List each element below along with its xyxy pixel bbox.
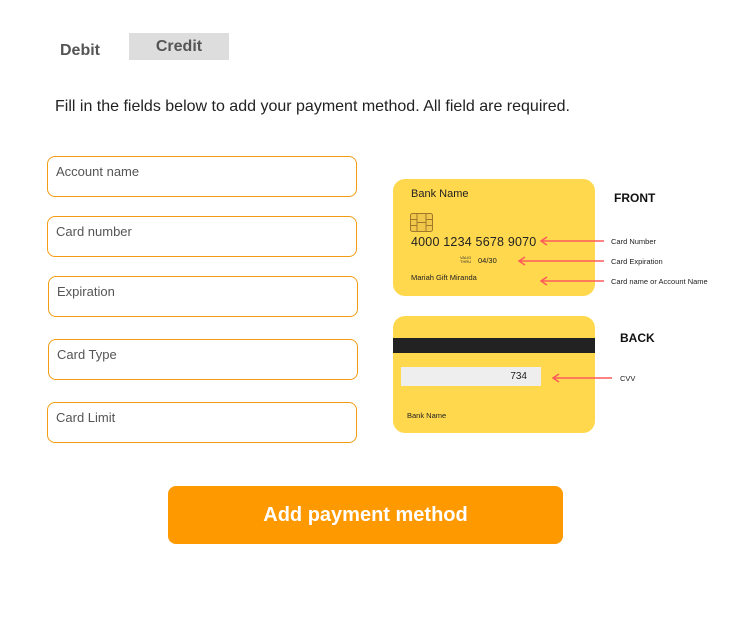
card-number-input[interactable]	[48, 217, 356, 256]
card-front-expiry: 04/30	[478, 256, 497, 265]
annotation-card-expiration: Card Expiration	[611, 257, 663, 266]
account-name-field-box: Account name	[47, 156, 357, 197]
annotation-card-number: Card Number	[611, 237, 657, 246]
cvv-strip: 734	[401, 367, 541, 386]
add-payment-method-button[interactable]: Add payment method	[168, 486, 563, 544]
arrow-left-icon	[517, 256, 604, 266]
back-label: BACK	[620, 331, 655, 345]
annotation-cvv: CVV	[620, 374, 636, 383]
valid-thru-label: VALID THRU	[460, 255, 472, 264]
card-limit-field-box: Card Limit	[47, 402, 357, 443]
chip-icon	[410, 213, 433, 232]
instructions-text: Fill in the fields below to add your pay…	[55, 98, 570, 115]
card-front-holder: Mariah Gift Miranda	[411, 273, 477, 282]
card-type-field-box: Card Type	[48, 339, 358, 380]
annotation-card-name: Card name or Account Name	[611, 277, 708, 286]
card-front-bank-name: Bank Name	[411, 188, 469, 200]
expiration-field-box: Expiration	[48, 276, 358, 317]
card-front-number: 4000 1234 5678 9070	[411, 235, 537, 249]
tab-debit[interactable]: Debit	[50, 37, 110, 64]
card-number-field-box: Card number	[47, 216, 357, 257]
arrow-left-icon	[539, 236, 604, 246]
card-back-bank-name: Bank Name	[407, 411, 447, 420]
magnetic-stripe	[393, 338, 595, 353]
cvv-value: 734	[510, 371, 527, 382]
card-limit-input[interactable]	[48, 403, 356, 442]
tab-credit[interactable]: Credit	[129, 33, 229, 60]
arrow-left-icon	[539, 276, 604, 286]
expiration-input[interactable]	[49, 277, 357, 316]
account-name-input[interactable]	[48, 157, 356, 196]
arrow-left-icon	[551, 373, 612, 383]
front-label: FRONT	[614, 191, 656, 205]
card-type-input[interactable]	[49, 340, 357, 379]
